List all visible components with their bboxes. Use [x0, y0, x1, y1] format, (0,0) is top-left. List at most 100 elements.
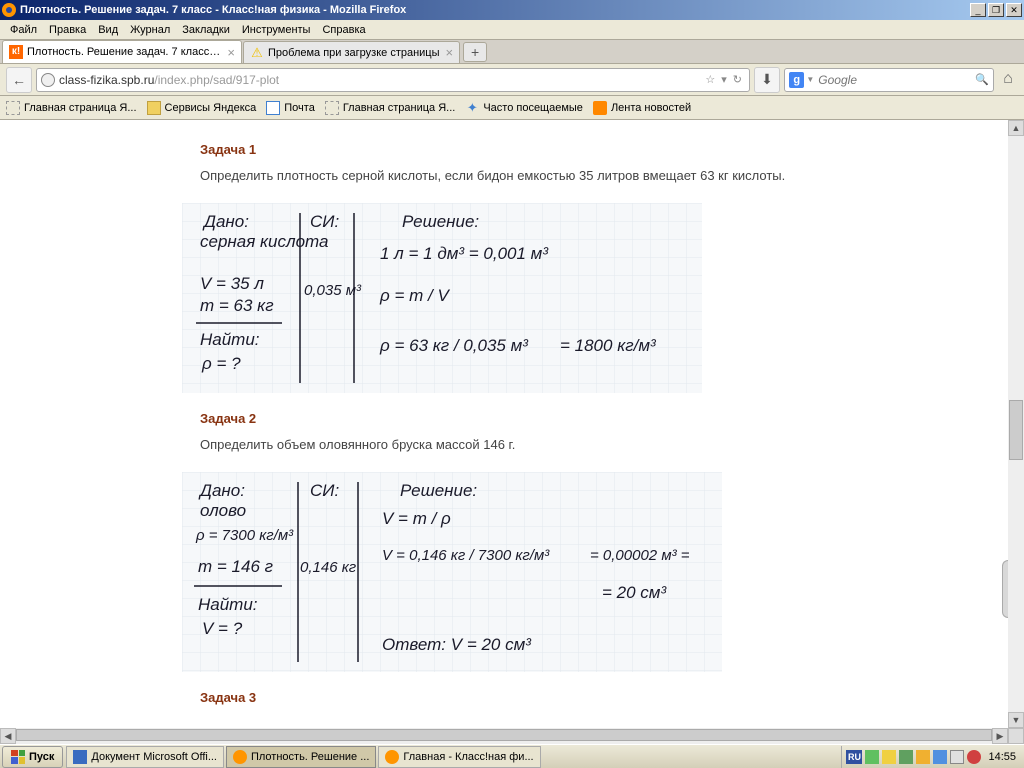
tab-2[interactable]: ⚠ Проблема при загрузке страницы × — [243, 41, 460, 63]
system-tray: RU 14:55 — [841, 746, 1024, 768]
rss-icon — [593, 101, 607, 115]
horizontal-scrollbar[interactable]: ◀ ▶ — [0, 728, 1024, 744]
svg-text:серная кислота: серная кислота — [200, 232, 328, 251]
svg-text:ρ = 63 кг / 0,035 м³: ρ = 63 кг / 0,035 м³ — [379, 336, 529, 355]
svg-text:ρ = 7300 кг/м³: ρ = 7300 кг/м³ — [195, 527, 294, 544]
search-icon[interactable]: 🔍 — [975, 73, 989, 86]
svg-text:СИ:: СИ: — [310, 481, 339, 500]
bookmark-mail[interactable]: Почта — [266, 101, 315, 115]
warning-icon: ⚠ — [250, 46, 264, 60]
window-title: Плотность. Решение задач. 7 класс - Клас… — [20, 4, 970, 16]
vertical-scrollbar[interactable]: ▲ ▼ — [1008, 120, 1024, 728]
tray-icon[interactable] — [916, 750, 930, 764]
resize-grip-icon[interactable] — [1008, 728, 1024, 744]
bookmark-yandex-services[interactable]: Сервисы Яндекса — [147, 101, 257, 115]
reload-icon[interactable]: ↻ — [733, 73, 742, 86]
tray-icon[interactable] — [899, 750, 913, 764]
clock[interactable]: 14:55 — [984, 751, 1020, 763]
bookmark-yandex-home-2[interactable]: Главная страница Я... — [325, 101, 456, 115]
scroll-up-icon[interactable]: ▲ — [1008, 120, 1024, 136]
tab-1[interactable]: к! Плотность. Решение задач. 7 класс - .… — [2, 40, 242, 63]
tab-2-label: Проблема при загрузке страницы — [268, 47, 440, 59]
svg-text:m = 63 кг: m = 63 кг — [200, 296, 274, 315]
taskbar-word[interactable]: Документ Microsoft Offi... — [66, 746, 224, 768]
page-viewport: Задача 1 Определить плотность серной кис… — [0, 120, 1024, 744]
minimize-button[interactable]: _ — [970, 3, 986, 17]
dropdown-icon[interactable]: ▾ — [721, 73, 727, 86]
svg-text:Найти:: Найти: — [200, 330, 260, 349]
svg-text:ρ = ?: ρ = ? — [201, 354, 241, 373]
back-button[interactable]: ← — [6, 67, 32, 93]
menu-edit[interactable]: Правка — [43, 22, 92, 38]
menu-help[interactable]: Справка — [316, 22, 371, 38]
tray-icon[interactable] — [933, 750, 947, 764]
bookmark-yandex-home[interactable]: Главная страница Я... — [6, 101, 137, 115]
taskbar-firefox-2[interactable]: Главная - Класс!ная фи... — [378, 746, 540, 768]
downloads-button[interactable]: ⬇ — [754, 67, 780, 93]
menu-bookmarks[interactable]: Закладки — [176, 22, 236, 38]
home-button[interactable]: ⌂ — [998, 70, 1018, 90]
menu-tools[interactable]: Инструменты — [236, 22, 317, 38]
star-icon: ✦ — [465, 101, 479, 115]
url-text: class-fizika.spb.ru/index.php/sad/917-pl… — [59, 73, 702, 87]
task-1-text: Определить плотность серной кислоты, есл… — [200, 167, 1008, 185]
svg-text:Найти:: Найти: — [198, 595, 258, 614]
page-icon — [325, 101, 339, 115]
language-indicator[interactable]: RU — [846, 750, 862, 764]
tray-icon[interactable] — [967, 750, 981, 764]
tray-icon[interactable] — [865, 750, 879, 764]
task-1-solution-image: Дано: серная кислота V = 35 л m = 63 кг … — [182, 203, 1008, 393]
scroll-left-icon[interactable]: ◀ — [0, 728, 16, 744]
svg-text:V = 0,146 кг / 7300 кг/м³: V = 0,146 кг / 7300 кг/м³ — [382, 547, 550, 564]
bookmarks-bar: Главная страница Я... Сервисы Яндекса По… — [0, 96, 1024, 120]
start-button[interactable]: Пуск — [2, 746, 63, 768]
close-button[interactable]: ✕ — [1006, 3, 1022, 17]
svg-text:V = ?: V = ? — [202, 619, 243, 638]
task-2-title: Задача 2 — [200, 411, 1008, 426]
scroll-right-icon[interactable]: ▶ — [992, 728, 1008, 744]
restore-button[interactable]: ❐ — [988, 3, 1004, 17]
tray-icon[interactable] — [950, 750, 964, 764]
tab-2-close-icon[interactable]: × — [446, 45, 454, 60]
svg-text:= 0,00002 м³ =: = 0,00002 м³ = — [590, 547, 690, 564]
firefox-icon — [233, 750, 247, 764]
svg-text:ρ = m / V: ρ = m / V — [379, 286, 450, 305]
bookmark-news[interactable]: Лента новостей — [593, 101, 691, 115]
site-icon: к! — [9, 45, 23, 59]
taskbar-firefox-1[interactable]: Плотность. Решение ... — [226, 746, 376, 768]
globe-icon — [41, 73, 55, 87]
page-icon — [6, 101, 20, 115]
tab-1-label: Плотность. Решение задач. 7 класс - ... — [27, 46, 221, 58]
svg-text:Ответ: V = 20 см³: Ответ: V = 20 см³ — [382, 635, 532, 654]
svg-text:Решение:: Решение: — [400, 481, 477, 500]
search-input[interactable] — [818, 73, 975, 87]
menu-view[interactable]: Вид — [92, 22, 124, 38]
tab-bar: к! Плотность. Решение задач. 7 класс - .… — [0, 40, 1024, 64]
url-bar[interactable]: class-fizika.spb.ru/index.php/sad/917-pl… — [36, 68, 750, 92]
tab-1-close-icon[interactable]: × — [227, 45, 235, 60]
menu-bar: Файл Правка Вид Журнал Закладки Инструме… — [0, 20, 1024, 40]
svg-text:0,146 кг: 0,146 кг — [300, 559, 357, 576]
scroll-thumb[interactable] — [1009, 400, 1023, 460]
menu-file[interactable]: Файл — [4, 22, 43, 38]
google-icon: g — [789, 72, 804, 88]
tray-icon[interactable] — [882, 750, 896, 764]
window-titlebar: Плотность. Решение задач. 7 класс - Клас… — [0, 0, 1024, 20]
menu-journal[interactable]: Журнал — [124, 22, 176, 38]
windows-taskbar: Пуск Документ Microsoft Offi... Плотност… — [0, 744, 1024, 768]
firefox-icon — [385, 750, 399, 764]
bookmark-star-icon[interactable]: ☆ — [705, 73, 715, 86]
svg-text:1 л = 1 дм³ = 0,001 м³: 1 л = 1 дм³ = 0,001 м³ — [380, 244, 549, 263]
search-box[interactable]: g ▼ 🔍 — [784, 68, 994, 92]
new-tab-button[interactable]: + — [463, 42, 487, 62]
task-2-solution-image: Дано: олово ρ = 7300 кг/м³ m = 146 г Най… — [182, 472, 1008, 672]
scroll-down-icon[interactable]: ▼ — [1008, 712, 1024, 728]
search-engine-dropdown-icon[interactable]: ▼ — [806, 75, 814, 84]
word-icon — [73, 750, 87, 764]
svg-text:V = m / ρ: V = m / ρ — [382, 509, 451, 528]
hscroll-thumb[interactable] — [16, 729, 992, 741]
page-content: Задача 1 Определить плотность серной кис… — [0, 120, 1008, 728]
svg-text:m = 146 г: m = 146 г — [198, 557, 273, 576]
bookmark-frequent[interactable]: ✦Часто посещаемые — [465, 101, 583, 115]
svg-text:= 1800 кг/м³: = 1800 кг/м³ — [560, 336, 657, 355]
